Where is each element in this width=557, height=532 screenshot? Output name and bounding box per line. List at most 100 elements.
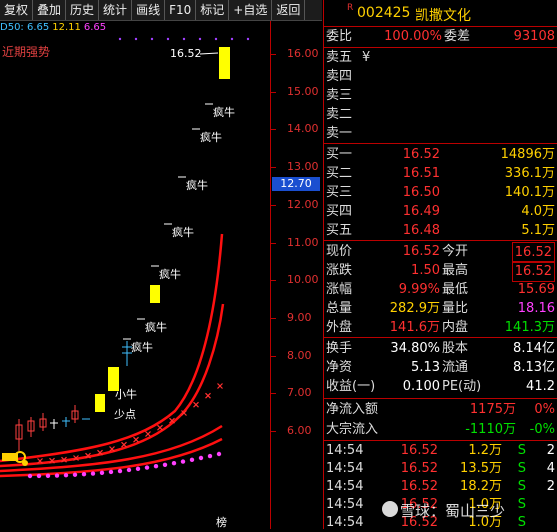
trade-side: S <box>517 461 526 476</box>
trade-side: S <box>517 443 526 458</box>
trend-dot <box>117 468 123 474</box>
axis-tick-mark <box>271 355 276 357</box>
buy-order-volume: 14896万 <box>500 147 555 162</box>
quote-value: 1.50 <box>411 263 440 278</box>
x-mark <box>145 431 151 437</box>
top-dot <box>166 37 170 41</box>
weibi-row: 委比 100.00% 委差 93108 <box>324 27 557 46</box>
buy-order-row[interactable]: 买一 16.52 14896万 <box>324 145 557 164</box>
top-dot <box>246 37 250 41</box>
low-point-label: 少点 <box>114 408 136 421</box>
toolbar-button-6[interactable]: 标记 <box>196 0 230 20</box>
toolbar-button-2[interactable]: 历史 <box>66 0 100 20</box>
axis-tick-label: 12.00 <box>287 197 319 211</box>
quote-label: 最高 <box>442 263 469 278</box>
trade-time: 14:54 <box>326 479 364 494</box>
buy-order-price: 16.52 <box>402 147 440 162</box>
buy-order-row[interactable]: 买二 16.51 336.1万 <box>324 164 557 183</box>
quote-label: 最低 <box>442 282 469 297</box>
sell-order-row[interactable]: 卖四 <box>324 67 557 86</box>
quote-label: 量比 <box>442 301 469 316</box>
axis-tick-label: 8.00 <box>287 348 312 362</box>
crazy-bull-label-6: 疯牛 <box>131 340 153 354</box>
quote-value: 282.9万 <box>389 301 440 316</box>
quote-label: 涨幅 <box>326 282 353 297</box>
flow-label: 净流入额 <box>326 402 379 417</box>
buy-order-row[interactable]: 买五 16.48 5.1万 <box>324 221 557 240</box>
buy-order-row[interactable]: 买四 16.49 4.0万 <box>324 202 557 221</box>
quote-row: 总量 282.9万 量比 18.16 <box>324 299 557 318</box>
quote-label: 现价 <box>326 244 353 259</box>
sell-order-label: 卖五 <box>326 50 353 65</box>
trade-time: 14:54 <box>326 497 364 512</box>
fundamental-value: 8.13亿 <box>513 360 555 375</box>
trade-count: 2 <box>546 443 555 458</box>
axis-tick-mark <box>271 167 276 169</box>
trade-count: 4 <box>546 461 555 476</box>
crazy-bull-labels: 疯牛疯牛疯牛疯牛疯牛疯牛疯牛 <box>123 103 235 354</box>
stock-code[interactable]: 002425 <box>357 5 410 21</box>
top-dot <box>182 37 186 41</box>
fundamental-label: 股本 <box>442 341 469 356</box>
buy-order-row[interactable]: 买三 16.50 140.1万 <box>324 183 557 202</box>
toolbar-button-7[interactable]: +自选 <box>229 0 273 20</box>
fundamental-value: 41.2 <box>526 379 555 394</box>
toolbar-button-0[interactable]: 复权 <box>0 0 34 20</box>
indicator-label: 近期强势 <box>2 45 51 59</box>
toolbar-button-5[interactable]: F10 <box>165 0 197 20</box>
fundamental-label: PE(动) <box>442 379 482 394</box>
buy-order-volume: 5.1万 <box>521 223 555 238</box>
trade-price: 16.52 <box>400 479 438 494</box>
ma-legend-item-1: 12.11 <box>52 22 81 33</box>
quote-row: 涨幅 9.99% 最低 15.69 <box>324 280 557 299</box>
axis-tick-mark <box>271 91 276 93</box>
stock-name[interactable]: 凯撒文化 <box>415 5 471 25</box>
toolbar-button-1[interactable]: 叠加 <box>33 0 67 20</box>
flow-value: 1175万 <box>469 402 516 417</box>
trade-row[interactable]: 14:54 16.52 18.2万 S 2 <box>324 478 557 496</box>
toolbar-button-4[interactable]: 画线 <box>132 0 166 20</box>
crazy-bull-label-0: 疯牛 <box>213 105 235 119</box>
trend-dot <box>216 451 222 457</box>
fundamental-value: 0.100 <box>402 379 440 394</box>
x-mark <box>193 401 199 408</box>
sell-order-row[interactable]: 卖三 <box>324 86 557 105</box>
trade-price: 16.52 <box>400 443 438 458</box>
small-bull-label: 小牛 <box>115 387 137 401</box>
axis-tick-mark <box>271 54 276 55</box>
buy-order-label: 买三 <box>326 185 353 200</box>
trend-dot <box>171 461 177 466</box>
trade-count: 2 <box>546 479 555 494</box>
buy-order-volume: 4.0万 <box>521 204 555 219</box>
trend-dot <box>27 473 33 479</box>
axis-tick-mark <box>271 129 276 131</box>
sell-order-row[interactable]: 卖二 <box>324 105 557 124</box>
axis-tick-mark <box>271 242 276 244</box>
fundamental-label: 净资 <box>326 360 353 375</box>
toolbar-button-8[interactable]: 返回 <box>272 0 306 20</box>
trade-side: S <box>517 479 526 494</box>
toolbar-button-3[interactable]: 统计 <box>99 0 133 20</box>
fundamental-row: 换手 34.80% 股本 8.14亿 <box>324 339 557 358</box>
sell-order-row[interactable]: 卖一 <box>324 124 557 143</box>
trade-price: 16.52 <box>400 461 438 476</box>
trade-volume: 18.2万 <box>460 479 502 494</box>
trade-side: S <box>517 497 526 512</box>
buy-order-label: 买一 <box>326 147 353 162</box>
ma-line-1 <box>0 233 224 463</box>
flow-percent: -0% <box>529 422 555 437</box>
sell-order-label: 卖三 <box>326 88 353 103</box>
weibi-label: 委比 <box>326 29 353 44</box>
quote-label: 今开 <box>442 244 469 259</box>
sell-order-label: 卖四 <box>326 69 353 84</box>
trend-dots <box>27 451 222 479</box>
sell-order-row[interactable]: 卖五 ¥ <box>324 48 557 67</box>
buy-order-label: 买四 <box>326 204 353 219</box>
trade-row[interactable]: 14:54 16.52 13.5万 S 4 <box>324 460 557 478</box>
trade-row[interactable]: 14:54 16.52 1.2万 S 2 <box>324 442 557 460</box>
trade-side: S <box>517 515 526 530</box>
fundamental-label: 流通 <box>442 360 469 375</box>
quote-value: 16.52 <box>402 244 440 259</box>
crazy-bull-label-4: 疯牛 <box>159 267 181 281</box>
trend-dot <box>36 473 42 479</box>
